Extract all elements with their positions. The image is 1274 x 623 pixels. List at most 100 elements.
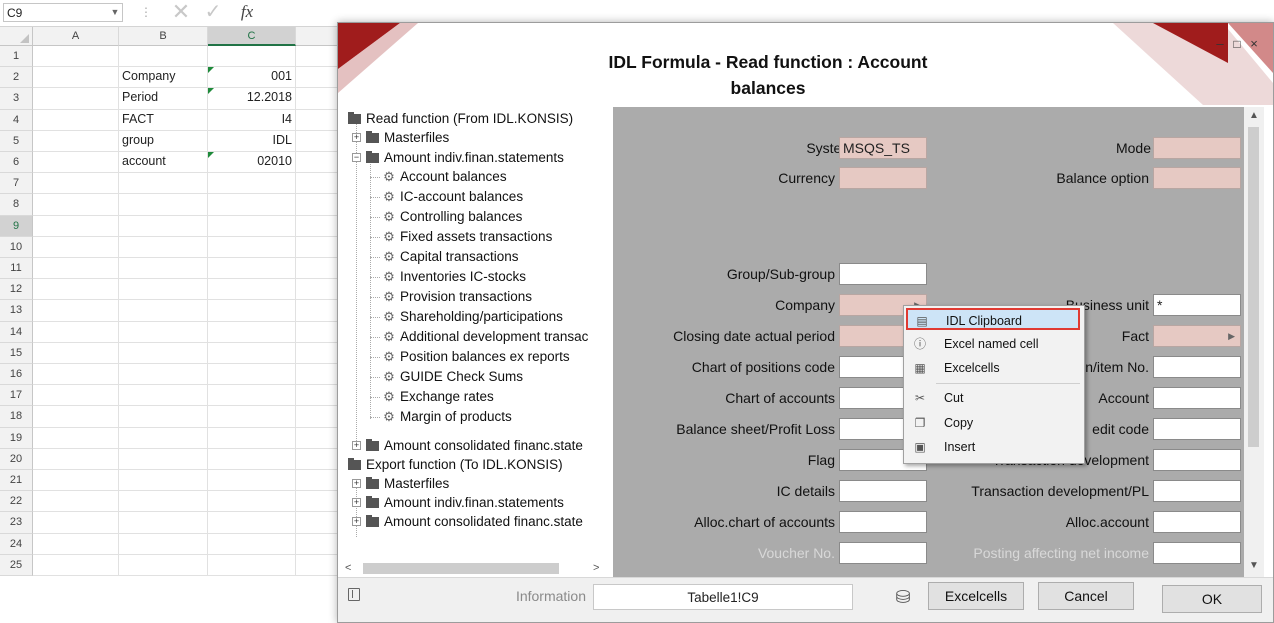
name-box[interactable]: C9 <box>3 3 123 22</box>
cell-b[interactable] <box>119 173 208 195</box>
cell-a[interactable] <box>33 533 119 555</box>
tree-node-read-item[interactable]: ⚙ GUIDE Check Sums <box>382 367 523 386</box>
cell-a[interactable] <box>33 512 119 534</box>
cell-c[interactable] <box>208 236 296 258</box>
maximize-icon[interactable]: □ <box>1230 37 1244 51</box>
cell-b[interactable] <box>119 236 208 258</box>
name-box-dropdown-icon[interactable]: ▼ <box>108 3 122 22</box>
cancel-entry-icon[interactable]: ✕ <box>168 0 194 24</box>
cell-a[interactable] <box>33 46 119 68</box>
cell-b[interactable]: Period <box>119 88 208 110</box>
row-header[interactable]: 8 <box>0 194 33 216</box>
cell-c[interactable]: I4 <box>208 109 296 131</box>
column-header-c[interactable]: C <box>208 27 296 46</box>
alloc-account-field[interactable] <box>1153 511 1241 533</box>
row-header[interactable]: 12 <box>0 279 33 301</box>
tree-node-amount-indiv[interactable]: Amount indiv.finan.statements <box>366 148 564 167</box>
row-header[interactable]: 4 <box>0 109 33 131</box>
cell-c[interactable] <box>208 215 296 237</box>
cell-a[interactable] <box>33 427 119 449</box>
cell-a[interactable] <box>33 152 119 174</box>
account-field[interactable] <box>1153 387 1241 409</box>
tree-horizontal-scrollbar[interactable]: < > <box>341 560 613 577</box>
row-header[interactable]: 19 <box>0 427 33 449</box>
cell-c[interactable] <box>208 321 296 343</box>
cell-b[interactable] <box>119 491 208 513</box>
tree-node-read-root[interactable]: Read function (From IDL.KONSIS) <box>348 109 573 128</box>
cell-a[interactable] <box>33 406 119 428</box>
tree-node-export-amount-indiv[interactable]: Amount indiv.finan.statements <box>366 493 564 512</box>
database-export-icon[interactable]: ⛁ <box>892 586 914 608</box>
cell-c[interactable] <box>208 194 296 216</box>
scroll-thumb[interactable] <box>1248 127 1259 447</box>
cell-c[interactable] <box>208 173 296 195</box>
cell-a[interactable] <box>33 321 119 343</box>
dialog-title-bar[interactable]: IDL Formula - Read function : Account ba… <box>338 23 1273 105</box>
posting-field[interactable] <box>1153 542 1241 564</box>
tree-node-export-amount-consolidated[interactable]: Amount consolidated financ.state <box>366 512 583 531</box>
scroll-left-icon[interactable]: < <box>345 560 357 577</box>
dropdown-arrow-icon[interactable]: ▶ <box>1228 326 1235 346</box>
menu-item-cut[interactable]: ✂ Cut <box>906 387 1080 409</box>
voucher-field[interactable] <box>839 542 927 564</box>
information-field[interactable]: Tabelle1!C9 <box>593 584 853 610</box>
balance-option-field[interactable] <box>1153 167 1241 189</box>
cell-b[interactable] <box>119 364 208 386</box>
cell-b[interactable] <box>119 533 208 555</box>
cell-c[interactable] <box>208 385 296 407</box>
cancel-button[interactable]: Cancel <box>1038 582 1134 610</box>
cell-b[interactable] <box>119 321 208 343</box>
cell-a[interactable] <box>33 236 119 258</box>
cell-b[interactable]: FACT <box>119 109 208 131</box>
tree-node-export-root[interactable]: Export function (To IDL.KONSIS) <box>348 455 563 474</box>
function-tree[interactable]: Read function (From IDL.KONSIS) + Master… <box>341 107 613 560</box>
close-icon[interactable]: × <box>1247 37 1261 51</box>
tree-node-read-item[interactable]: ⚙ Position balances ex reports <box>382 347 569 366</box>
cell-a[interactable] <box>33 364 119 386</box>
cell-b[interactable] <box>119 470 208 492</box>
cell-a[interactable] <box>33 448 119 470</box>
cell-c[interactable] <box>208 491 296 513</box>
row-header[interactable]: 22 <box>0 491 33 513</box>
row-header[interactable]: 1 <box>0 46 33 68</box>
cell-a[interactable] <box>33 279 119 301</box>
scroll-down-icon[interactable]: ▼ <box>1244 559 1264 573</box>
cell-a[interactable] <box>33 173 119 195</box>
currency-field[interactable] <box>839 167 927 189</box>
cell-c[interactable] <box>208 448 296 470</box>
row-header[interactable]: 21 <box>0 470 33 492</box>
cell-b[interactable] <box>119 554 208 576</box>
row-header[interactable]: 20 <box>0 448 33 470</box>
cell-a[interactable] <box>33 67 119 89</box>
cell-b[interactable] <box>119 512 208 534</box>
menu-item-idl-clipboard[interactable]: ▤ IDL Clipboard <box>906 308 1080 330</box>
cell-b[interactable] <box>119 194 208 216</box>
cell-a[interactable] <box>33 342 119 364</box>
tree-node-read-item[interactable]: ⚙ Shareholding/participations <box>382 307 563 326</box>
panel-vertical-scrollbar[interactable]: ▲ ▼ <box>1244 107 1264 577</box>
group-subgroup-field[interactable] <box>839 263 927 285</box>
cell-c[interactable] <box>208 427 296 449</box>
cell-c[interactable] <box>208 300 296 322</box>
menu-item-excelcells[interactable]: ▦ Excelcells <box>906 357 1080 379</box>
minimize-icon[interactable]: – <box>1213 37 1227 51</box>
cell-a[interactable] <box>33 300 119 322</box>
alloc-chart-field[interactable] <box>839 511 927 533</box>
scroll-thumb[interactable] <box>363 563 559 574</box>
cell-b[interactable] <box>119 448 208 470</box>
cell-b[interactable]: Company <box>119 67 208 89</box>
cell-a[interactable] <box>33 215 119 237</box>
cell-c[interactable] <box>208 512 296 534</box>
ic-details-field[interactable] <box>839 480 927 502</box>
row-header[interactable]: 13 <box>0 300 33 322</box>
cell-c[interactable] <box>208 279 296 301</box>
menu-item-excel-named-cell[interactable]: ⓘ Excel named cell <box>906 333 1080 355</box>
tree-node-amount-consolidated[interactable]: Amount consolidated financ.state <box>366 436 583 455</box>
row-header[interactable]: 16 <box>0 364 33 386</box>
cell-a[interactable] <box>33 130 119 152</box>
row-header[interactable]: 3 <box>0 88 33 110</box>
cell-b[interactable] <box>119 279 208 301</box>
column-header-a[interactable]: A <box>33 27 119 46</box>
cell-b[interactable] <box>119 46 208 68</box>
cell-b[interactable] <box>119 427 208 449</box>
